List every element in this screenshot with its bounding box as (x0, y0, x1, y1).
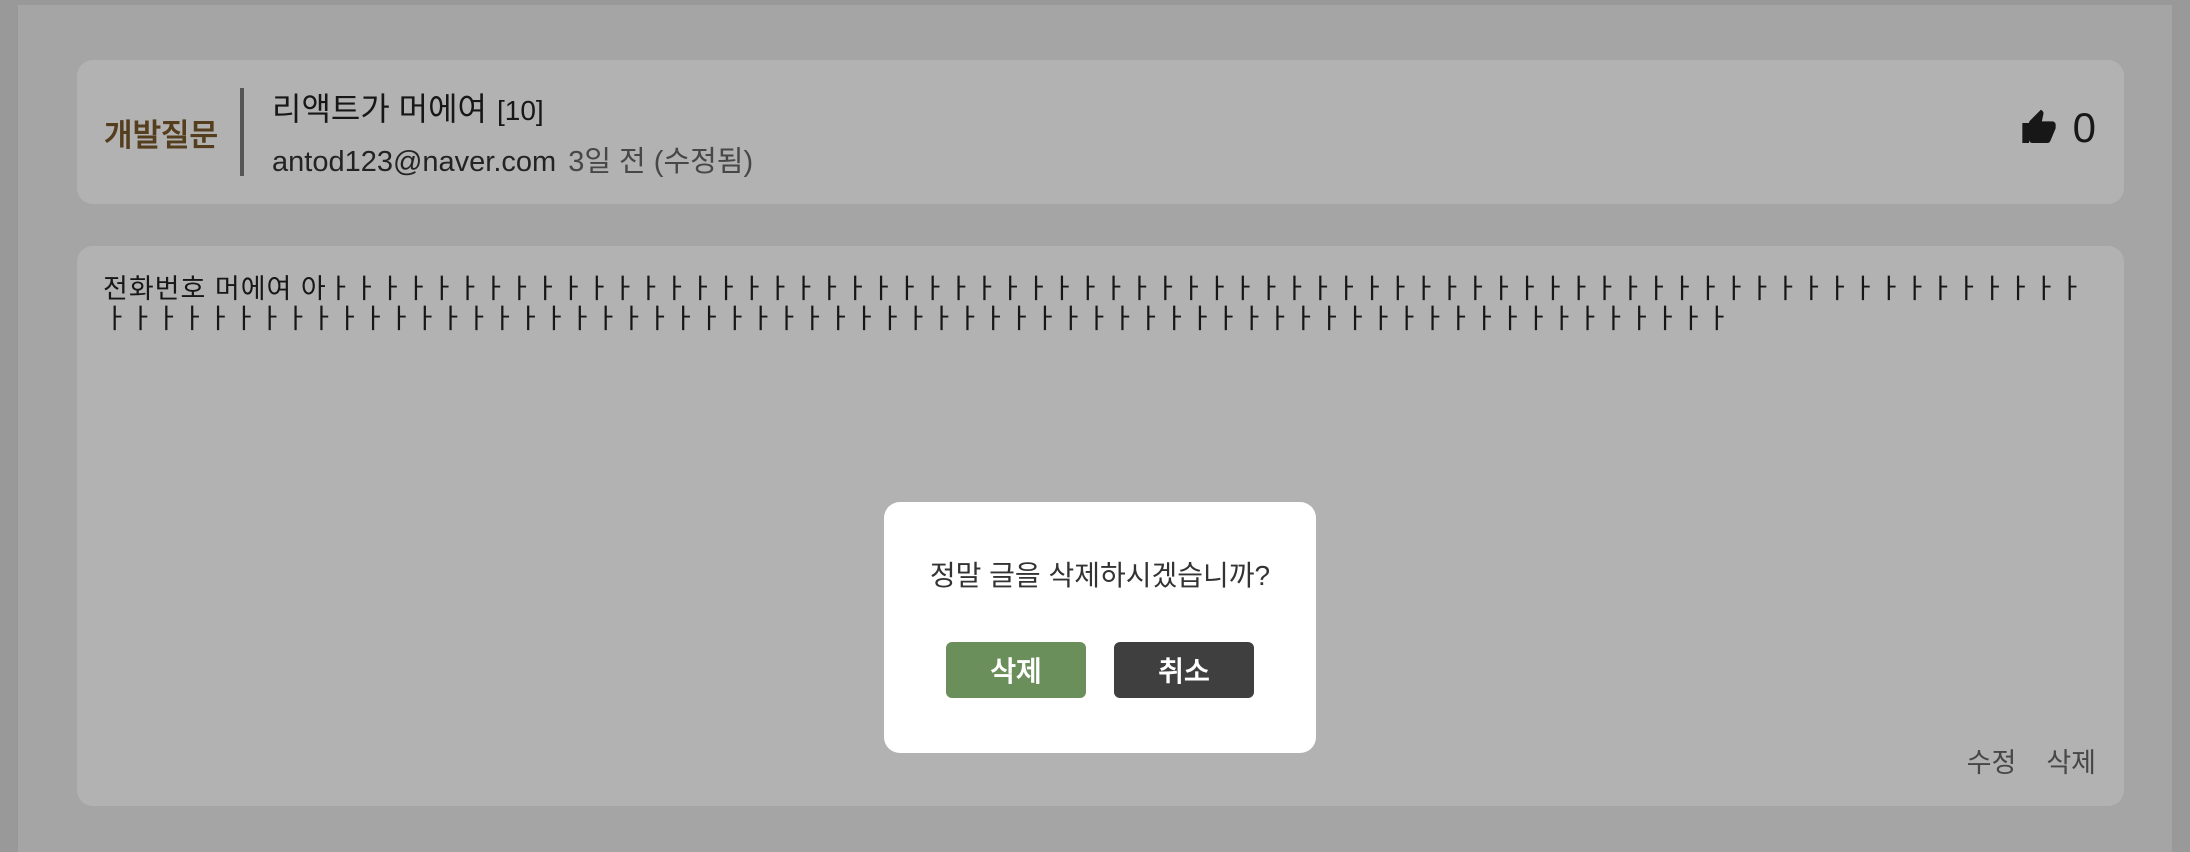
delete-confirm-dialog: 정말 글을 삭제하시겠습니까? 삭제 취소 (884, 502, 1316, 753)
dialog-message: 정말 글을 삭제하시겠습니까? (929, 560, 1271, 591)
dialog-buttons: 삭제 취소 (884, 642, 1316, 698)
post-detail-page: 개발질문 리액트가 머에여 [10] antod123@naver.com 3일 전… (0, 0, 2190, 852)
confirm-delete-button[interactable]: 삭제 (946, 642, 1086, 698)
cancel-button[interactable]: 취소 (1114, 642, 1254, 698)
